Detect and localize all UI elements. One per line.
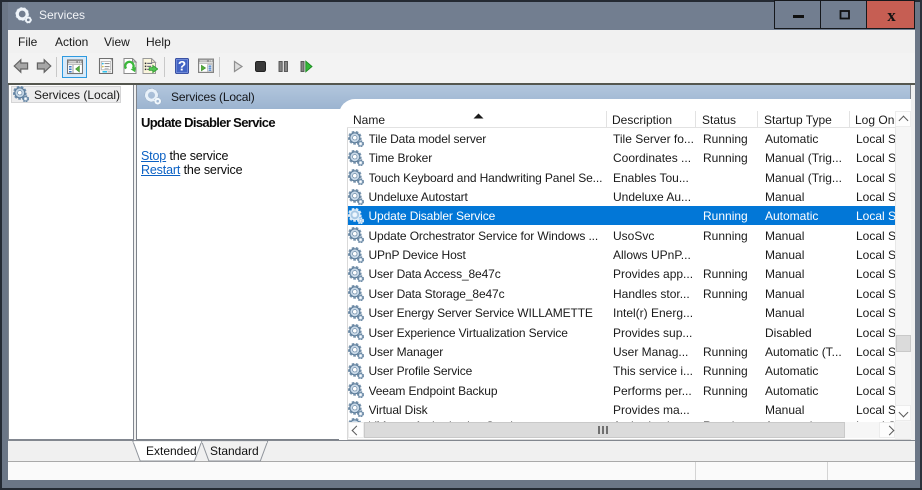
- svg-text:?: ?: [178, 59, 186, 74]
